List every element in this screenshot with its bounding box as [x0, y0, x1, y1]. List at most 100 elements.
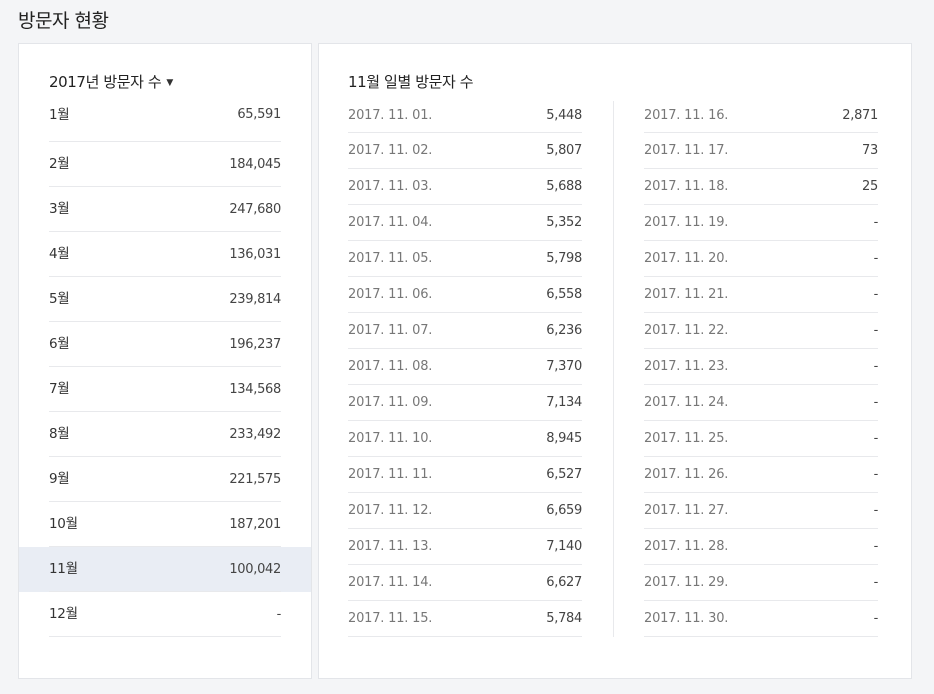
day-date: 2017. 11. 19.	[644, 215, 729, 230]
day-row: 2017. 11. 22. -	[644, 313, 878, 349]
day-row: 2017. 11. 26. -	[644, 457, 878, 493]
day-visitor-count: 6,659	[546, 503, 582, 518]
day-visitor-count: 5,807	[546, 143, 582, 158]
day-row: 2017. 11. 13. 7,140	[348, 529, 582, 565]
month-row[interactable]: 9월 221,575	[19, 457, 311, 502]
day-row: 2017. 11. 03. 5,688	[348, 169, 582, 205]
month-visitor-count: 239,814	[229, 292, 281, 307]
month-row[interactable]: 1월 65,591	[19, 97, 311, 142]
day-date: 2017. 11. 12.	[348, 503, 433, 518]
day-date: 2017. 11. 15.	[348, 611, 433, 626]
month-row[interactable]: 4월 136,031	[19, 232, 311, 277]
day-visitor-count: -	[873, 251, 879, 266]
day-row: 2017. 11. 11. 6,527	[348, 457, 582, 493]
day-date: 2017. 11. 07.	[348, 323, 433, 338]
day-visitor-count: -	[873, 359, 879, 374]
day-row: 2017. 11. 27. -	[644, 493, 878, 529]
day-row: 2017. 11. 14. 6,627	[348, 565, 582, 601]
day-date: 2017. 11. 06.	[348, 287, 433, 302]
month-row[interactable]: 11월 100,042	[19, 547, 311, 592]
day-date: 2017. 11. 30.	[644, 611, 729, 626]
day-visitor-count: 2,871	[842, 108, 878, 123]
month-list: 1월 65,591 2월 184,045 3월 247,680 4월 136,031 5월 239…	[19, 97, 311, 637]
day-visitor-count: 5,798	[546, 251, 582, 266]
day-row: 2017. 11. 18. 25	[644, 169, 878, 205]
month-visitor-count: 187,201	[229, 517, 281, 532]
month-label: 3월	[49, 201, 70, 217]
month-row[interactable]: 10월 187,201	[19, 502, 311, 547]
day-visitor-count: 7,134	[546, 395, 582, 410]
yearly-visitors-panel: 2017년 방문자 수 ▼ 1월 65,591 2월 184,045 3월 247,680 4…	[18, 43, 312, 679]
month-row[interactable]: 3월 247,680	[19, 187, 311, 232]
day-row: 2017. 11. 06. 6,558	[348, 277, 582, 313]
day-visitor-count: 5,688	[546, 179, 582, 194]
day-visitor-count: -	[873, 611, 879, 626]
day-date: 2017. 11. 25.	[644, 431, 729, 446]
day-date: 2017. 11. 09.	[348, 395, 433, 410]
day-visitor-count: 5,784	[546, 611, 582, 626]
day-row: 2017. 11. 17. 73	[644, 133, 878, 169]
day-visitor-count: 8,945	[546, 431, 582, 446]
day-row: 2017. 11. 10. 8,945	[348, 421, 582, 457]
day-date: 2017. 11. 13.	[348, 539, 433, 554]
day-date: 2017. 11. 08.	[348, 359, 433, 374]
day-row: 2017. 11. 15. 5,784	[348, 601, 582, 637]
day-row: 2017. 11. 02. 5,807	[348, 133, 582, 169]
month-visitor-count: 247,680	[229, 202, 281, 217]
month-row[interactable]: 7월 134,568	[19, 367, 311, 412]
month-visitor-count: -	[276, 607, 282, 622]
day-row: 2017. 11. 07. 6,236	[348, 313, 582, 349]
caret-down-icon: ▼	[166, 78, 173, 88]
day-row: 2017. 11. 16. 2,871	[644, 99, 878, 133]
day-visitor-count: -	[873, 539, 879, 554]
day-visitor-count: -	[873, 395, 879, 410]
day-row: 2017. 11. 30. -	[644, 601, 878, 637]
day-visitor-count: 73	[862, 143, 878, 158]
day-visitor-count: 7,370	[546, 359, 582, 374]
day-visitor-count: 5,352	[546, 215, 582, 230]
month-label: 5월	[49, 291, 70, 307]
day-visitor-count: 6,558	[546, 287, 582, 302]
day-row: 2017. 11. 01. 5,448	[348, 99, 582, 133]
month-visitor-count: 196,237	[229, 337, 281, 352]
day-row: 2017. 11. 23. -	[644, 349, 878, 385]
month-visitor-count: 100,042	[229, 562, 281, 577]
month-row[interactable]: 8월 233,492	[19, 412, 311, 457]
day-visitor-count: 25	[862, 179, 878, 194]
month-row[interactable]: 12월 -	[19, 592, 311, 637]
month-row[interactable]: 6월 196,237	[19, 322, 311, 367]
day-date: 2017. 11. 10.	[348, 431, 433, 446]
day-date: 2017. 11. 01.	[348, 108, 433, 123]
daily-list-column-1: 2017. 11. 01. 5,448 2017. 11. 02. 5,807 2017…	[348, 99, 582, 637]
day-row: 2017. 11. 19. -	[644, 205, 878, 241]
day-row: 2017. 11. 05. 5,798	[348, 241, 582, 277]
month-visitor-count: 184,045	[229, 157, 281, 172]
day-date: 2017. 11. 29.	[644, 575, 729, 590]
year-selector-dropdown[interactable]: 2017년 방문자 수 ▼	[49, 71, 173, 92]
month-row[interactable]: 5월 239,814	[19, 277, 311, 322]
day-date: 2017. 11. 28.	[644, 539, 729, 554]
day-date: 2017. 11. 18.	[644, 179, 729, 194]
day-visitor-count: -	[873, 467, 879, 482]
day-date: 2017. 11. 14.	[348, 575, 433, 590]
month-label: 10월	[49, 516, 78, 532]
month-row[interactable]: 2월 184,045	[19, 142, 311, 187]
day-visitor-count: 6,627	[546, 575, 582, 590]
day-visitor-count: -	[873, 431, 879, 446]
day-row: 2017. 11. 20. -	[644, 241, 878, 277]
day-visitor-count: -	[873, 323, 879, 338]
day-row: 2017. 11. 21. -	[644, 277, 878, 313]
day-date: 2017. 11. 23.	[644, 359, 729, 374]
day-date: 2017. 11. 26.	[644, 467, 729, 482]
day-row: 2017. 11. 29. -	[644, 565, 878, 601]
daily-visitors-panel: 11월 일별 방문자 수 2017. 11. 01. 5,448 2017. 11.…	[318, 43, 912, 679]
year-selector-label: 2017년 방문자 수	[49, 73, 162, 91]
day-visitor-count: 7,140	[546, 539, 582, 554]
day-visitor-count: 6,236	[546, 323, 582, 338]
daily-list-column-2: 2017. 11. 16. 2,871 2017. 11. 17. 73 2017. 1…	[644, 99, 878, 637]
day-row: 2017. 11. 24. -	[644, 385, 878, 421]
day-date: 2017. 11. 21.	[644, 287, 729, 302]
daily-visitors-title: 11월 일별 방문자 수	[348, 73, 474, 91]
month-label: 6월	[49, 336, 70, 352]
month-visitor-count: 136,031	[229, 247, 281, 262]
